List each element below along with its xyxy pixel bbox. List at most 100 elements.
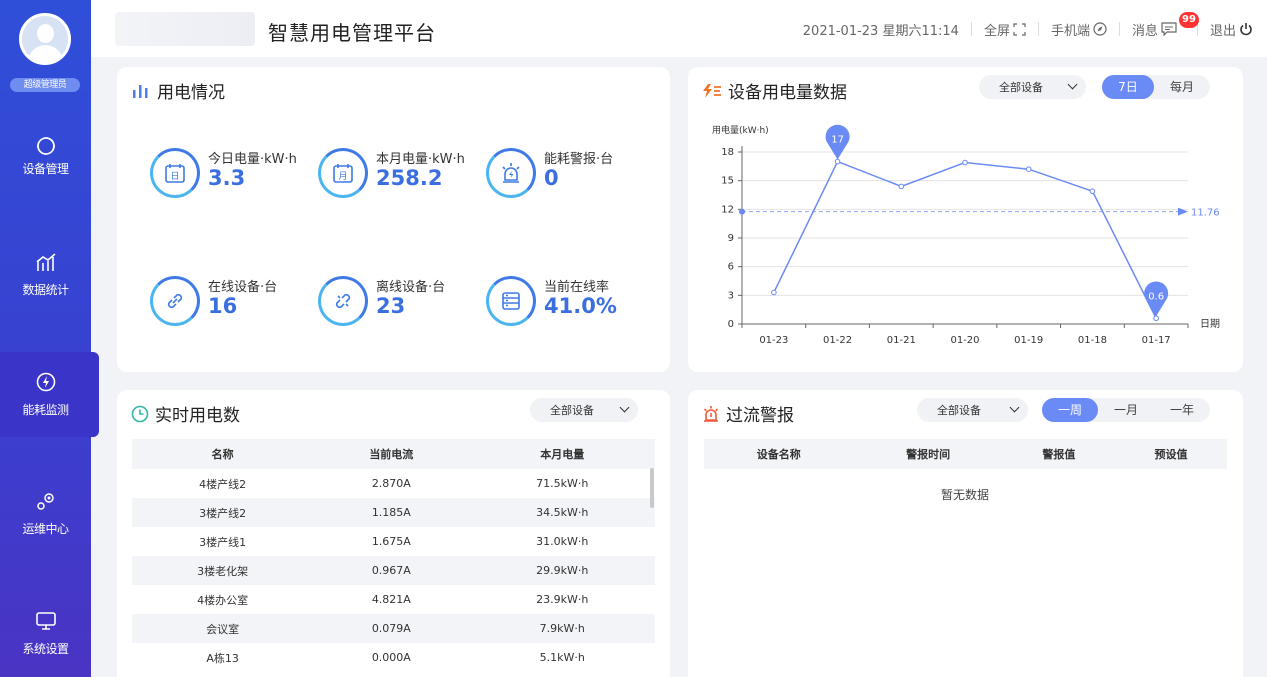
table-cell: 0.000A xyxy=(371,651,411,664)
table-cell: 5.1kW·h xyxy=(539,651,585,664)
period-tabs: 7日 每月 xyxy=(1102,75,1210,99)
table-cell: 会议室 xyxy=(132,614,314,643)
sidebar-item-statistics[interactable]: 数据统计 xyxy=(0,250,91,335)
alarm-icon xyxy=(703,405,719,422)
table-row[interactable]: A栋13 0.000A 5.1kW·h xyxy=(132,643,655,672)
svg-text:月: 月 xyxy=(338,171,347,182)
sidebar-item-settings[interactable]: 系统设置 xyxy=(0,610,91,677)
table-cell: 0.079A xyxy=(313,614,470,643)
overcurrent-select-value: 全部设备 xyxy=(937,404,981,417)
y-tick-label: 12 xyxy=(721,204,734,215)
usage-line-chart: 用电量(kW·h) 0 3 6 9 12 15 18 01-23 01-22 01-21 01-20 0… xyxy=(712,124,1220,346)
overcurrent-title: 过流警报 xyxy=(726,406,794,426)
realtime-select-value: 全部设备 xyxy=(550,404,594,417)
y-tick-label: 6 xyxy=(728,262,734,273)
mobile-button[interactable]: 手机端 xyxy=(1051,20,1107,39)
stat-value: 41.0% xyxy=(544,294,617,318)
logo xyxy=(115,12,255,46)
tab-7-days[interactable]: 7日 xyxy=(1102,75,1154,99)
logout-label: 退出 xyxy=(1209,23,1236,39)
logout-button[interactable]: 退出 xyxy=(1210,20,1253,39)
marker-label: 0.6 xyxy=(1148,291,1164,302)
usage-card-title: 用电情况 xyxy=(131,78,225,103)
tab-month[interactable]: 一月 xyxy=(1098,398,1154,422)
column-header: 名称 xyxy=(132,439,314,469)
stat-label: 本月电量·kW·h xyxy=(376,152,465,167)
stat-month: 月 本月电量·kW·h 258.2 xyxy=(318,144,488,204)
data-point xyxy=(771,289,777,296)
column-header: 设备名称 xyxy=(704,439,854,469)
tab-monthly[interactable]: 每月 xyxy=(1154,75,1210,99)
table-row[interactable]: 4楼办公室 4.821A 23.9kW·h xyxy=(132,585,655,614)
overcurrent-card: 过流警报 全部设备 一周 一月 一年 设备名称 警报时间 警报值 预设值 xyxy=(688,390,1243,677)
stat-ring: 月 xyxy=(318,148,368,198)
sidebar-item-operations[interactable]: 运维中心 xyxy=(0,490,91,575)
data-point xyxy=(1153,315,1159,322)
device-select[interactable]: 全部设备 xyxy=(979,75,1086,99)
messages-button[interactable]: 消息 99 xyxy=(1132,11,1199,39)
column-header: 预设值 xyxy=(1114,439,1227,469)
stat-value: 258.2 xyxy=(376,166,443,190)
realtime-device-select[interactable]: 全部设备 xyxy=(530,398,638,422)
chart-icon xyxy=(36,253,56,271)
tab-year[interactable]: 一年 xyxy=(1154,398,1210,422)
stat-ring xyxy=(486,148,536,198)
sidebar-item-label: 能耗监测 xyxy=(22,403,69,417)
x-tick-label: 01-20 xyxy=(950,335,979,346)
stat-value: 3.3 xyxy=(208,166,246,190)
y-tick-label: 0 xyxy=(728,319,734,330)
mobile-label: 手机端 xyxy=(1050,23,1090,39)
alarm-light-icon xyxy=(502,163,520,183)
x-tick-label: 01-17 xyxy=(1142,335,1171,346)
device-usage-title: 设备用电量数据 xyxy=(728,83,847,103)
y-tick-label: 9 xyxy=(728,233,734,244)
table-cell: 23.9kW·h xyxy=(536,593,589,606)
table-row[interactable]: 3楼产线1 1.675A 31.0kW·h xyxy=(132,527,655,556)
svg-text:日: 日 xyxy=(170,171,179,182)
sidebar-item-device-management[interactable]: 设备管理 xyxy=(0,130,91,215)
message-count-badge: 99 xyxy=(1178,11,1199,28)
x-tick-label: 01-21 xyxy=(887,335,916,346)
bar-chart-icon xyxy=(133,84,148,98)
marker-label: 17 xyxy=(831,135,844,146)
table-row[interactable]: 3楼产线2 1.185A 34.5kW·h xyxy=(132,498,655,527)
usage-title: 用电情况 xyxy=(157,83,225,103)
device-usage-card: 设备用电量数据 全部设备 7日 每月 用电量(kW·h) 0 3 6 9 12 15 18 01… xyxy=(688,67,1243,372)
column-header: 当前电流 xyxy=(313,439,470,469)
sidebar: 超级管理员 设备管理 数据统计 能耗监测 运维中心 系统设置 xyxy=(0,0,99,677)
avatar-body xyxy=(28,45,63,62)
empty-state: 暂无数据 xyxy=(940,488,989,502)
fullscreen-label: 全屏 xyxy=(983,23,1010,39)
overcurrent-device-select[interactable]: 全部设备 xyxy=(917,398,1028,422)
stat-label: 在线设备·台 xyxy=(208,280,278,295)
sidebar-item-energy-monitoring[interactable]: 能耗监测 xyxy=(0,352,99,437)
table-row[interactable]: 会议室 0.079A 7.9kW·h xyxy=(132,614,655,643)
table-cell: 1.675A xyxy=(371,535,411,548)
column-header: 警报值 xyxy=(1002,439,1115,469)
power-icon xyxy=(1240,23,1252,36)
table-cell: 2.870A xyxy=(371,477,411,490)
table-cell: 34.5kW·h xyxy=(469,498,655,527)
series-line xyxy=(773,160,1157,319)
stat-value: 23 xyxy=(376,294,406,318)
table-header-row: 设备名称 警报时间 警报值 预设值 xyxy=(704,439,1227,469)
server-icon xyxy=(502,292,520,310)
table-cell: 3楼老化架 xyxy=(132,556,314,585)
calendar-day-icon: 日 xyxy=(165,164,185,183)
table-scrollbar[interactable] xyxy=(650,468,654,508)
table-row[interactable]: 4楼产线2 2.870A 71.5kW·h xyxy=(132,469,655,498)
sidebar-item-label: 运维中心 xyxy=(22,522,69,536)
table-cell: 29.9kW·h xyxy=(469,556,655,585)
message-icon xyxy=(1161,22,1177,36)
table-row[interactable]: 3楼老化架 0.967A 29.9kW·h xyxy=(132,556,655,585)
table-cell: 3楼产线2 xyxy=(132,498,314,527)
tab-week[interactable]: 一周 xyxy=(1042,398,1098,422)
stat-online: 在线设备·台 16 xyxy=(150,272,320,332)
data-point xyxy=(834,158,841,165)
fullscreen-button[interactable]: 全屏 xyxy=(984,20,1026,39)
role-badge: 超级管理员 xyxy=(10,78,80,92)
link-icon xyxy=(167,293,183,309)
avatar[interactable] xyxy=(19,13,71,65)
chevron-down-icon xyxy=(619,402,630,413)
data-point xyxy=(1089,188,1096,194)
